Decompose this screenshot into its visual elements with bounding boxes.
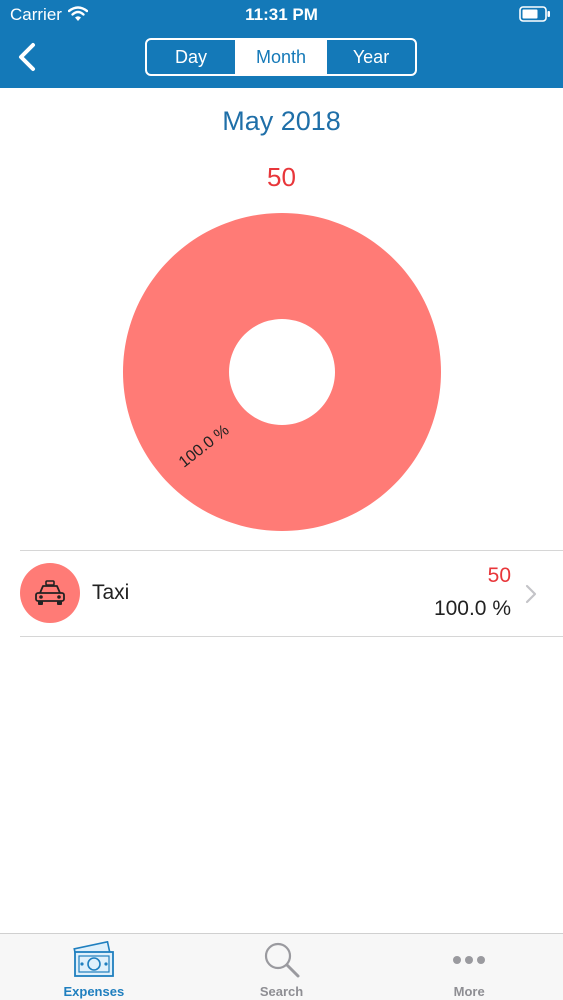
segment-day[interactable]: Day <box>147 40 235 74</box>
tab-bar: Expenses Search More <box>0 933 563 1000</box>
category-row-taxi[interactable]: Taxi 50 100.0 % <box>0 552 563 636</box>
search-icon <box>258 940 306 980</box>
tab-search-label: Search <box>259 984 304 999</box>
more-dots-icon <box>445 940 493 980</box>
tab-search[interactable]: Search <box>188 934 376 1000</box>
category-icon-circle <box>20 563 80 623</box>
expense-donut-chart: 100.0 % <box>122 213 441 531</box>
category-percent: 100.0 % <box>433 597 511 620</box>
navigation-bar: Carrier 11:31 PM Day Month Year <box>0 0 563 88</box>
status-bar: Carrier 11:31 PM <box>0 0 563 30</box>
donut-slice-taxi <box>122 213 441 531</box>
chevron-left-icon <box>19 43 35 71</box>
back-button[interactable] <box>10 38 44 76</box>
tab-expenses-label: Expenses <box>63 984 125 999</box>
category-amount: 50 <box>487 564 511 587</box>
clock-time: 11:31 PM <box>245 5 318 24</box>
list-bottom-divider <box>20 636 563 637</box>
tab-more[interactable]: More <box>375 934 563 1000</box>
money-icon <box>70 940 118 980</box>
chevron-right-icon <box>525 584 537 604</box>
segment-month[interactable]: Month <box>235 40 325 74</box>
category-name: Taxi <box>92 581 130 604</box>
total-amount: 50 <box>267 162 296 192</box>
taxi-icon <box>35 580 65 605</box>
battery-icon <box>519 6 550 22</box>
app-window: Carrier 11:31 PM Day Month Year May 2018… <box>0 0 563 1000</box>
list-top-divider <box>20 550 563 551</box>
period-title: May 2018 <box>222 106 341 136</box>
period-segmented-control: Day Month Year <box>145 38 417 76</box>
segment-year[interactable]: Year <box>325 40 415 74</box>
tab-expenses[interactable]: Expenses <box>0 934 188 1000</box>
tab-more-label: More <box>453 984 485 999</box>
